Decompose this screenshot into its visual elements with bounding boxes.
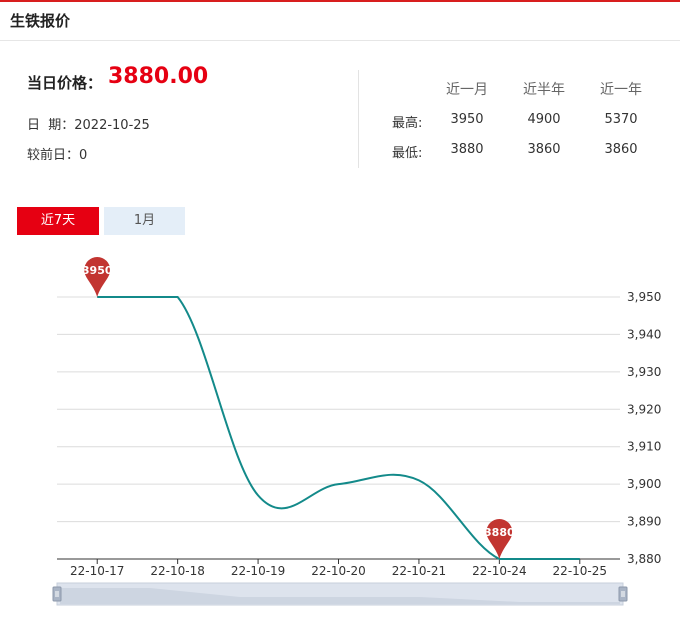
stats-header-month: 近一月 [446, 82, 488, 98]
page-title: 生铁报价 [10, 12, 71, 30]
x-tick-label: 22-10-25 [553, 564, 607, 578]
x-tick-label: 22-10-17 [70, 564, 124, 578]
y-tick-label: 3,920 [627, 402, 661, 416]
date-value: 2022-10-25 [74, 118, 150, 133]
y-tick-label: 3,950 [627, 290, 661, 304]
x-tick-label: 22-10-24 [472, 564, 526, 578]
stats-divider [358, 70, 359, 168]
date-label: 日 期： [27, 118, 75, 133]
stats-high-month: 3950 [450, 112, 484, 127]
price-line-chart: 3,880 3,890 3,900 3,910 3,920 3,930 3,940 3,950… [52, 257, 661, 606]
y-tick-label: 3,940 [627, 327, 661, 341]
pin-shape [84, 257, 111, 297]
stats-row-high-label: 最高: [392, 116, 423, 131]
x-tick-label: 22-10-20 [311, 564, 365, 578]
title-divider [0, 40, 680, 41]
x-tick-label: 22-10-19 [231, 564, 285, 578]
stats-high-year: 5370 [604, 112, 638, 127]
stats-row-low-label: 最低: [392, 146, 423, 161]
change-label: 较前日： [27, 148, 80, 163]
tab-7-days[interactable]: 近7天 [17, 207, 99, 235]
y-tick-label: 3,900 [627, 477, 661, 491]
zoom-handle-right[interactable] [618, 586, 628, 602]
price-series-line [97, 296, 580, 560]
y-tick-label: 3,880 [627, 552, 661, 566]
y-tick-label: 3,910 [627, 440, 661, 454]
price-value: 3880.00 [108, 64, 209, 89]
stats-low-half-year: 3860 [527, 142, 561, 157]
top-rule [0, 0, 680, 2]
pin-label: 3880 [484, 526, 515, 539]
price-label: 当日价格： [27, 74, 103, 92]
x-tick-label: 22-10-18 [150, 564, 204, 578]
zoom-handle-left[interactable] [52, 586, 62, 602]
stats-low-month: 3880 [450, 142, 484, 157]
y-tick-label: 3,930 [627, 365, 661, 379]
stats-high-half-year: 4900 [527, 112, 561, 127]
change-line: 较前日：0 [27, 144, 87, 163]
tab-1-month[interactable]: 1月 [104, 207, 185, 235]
pin-label: 3950 [82, 264, 113, 277]
y-tick-label: 3,890 [627, 515, 661, 529]
x-tick-label: 22-10-21 [392, 564, 446, 578]
stats-low-year: 3860 [604, 142, 638, 157]
stats-header-half-year: 近半年 [523, 82, 565, 98]
stats-header-year: 近一年 [600, 82, 642, 98]
date-line: 日 期：2022-10-25 [27, 114, 150, 133]
value-pin-marker: 3950 [82, 257, 113, 297]
change-value: 0 [79, 148, 88, 163]
